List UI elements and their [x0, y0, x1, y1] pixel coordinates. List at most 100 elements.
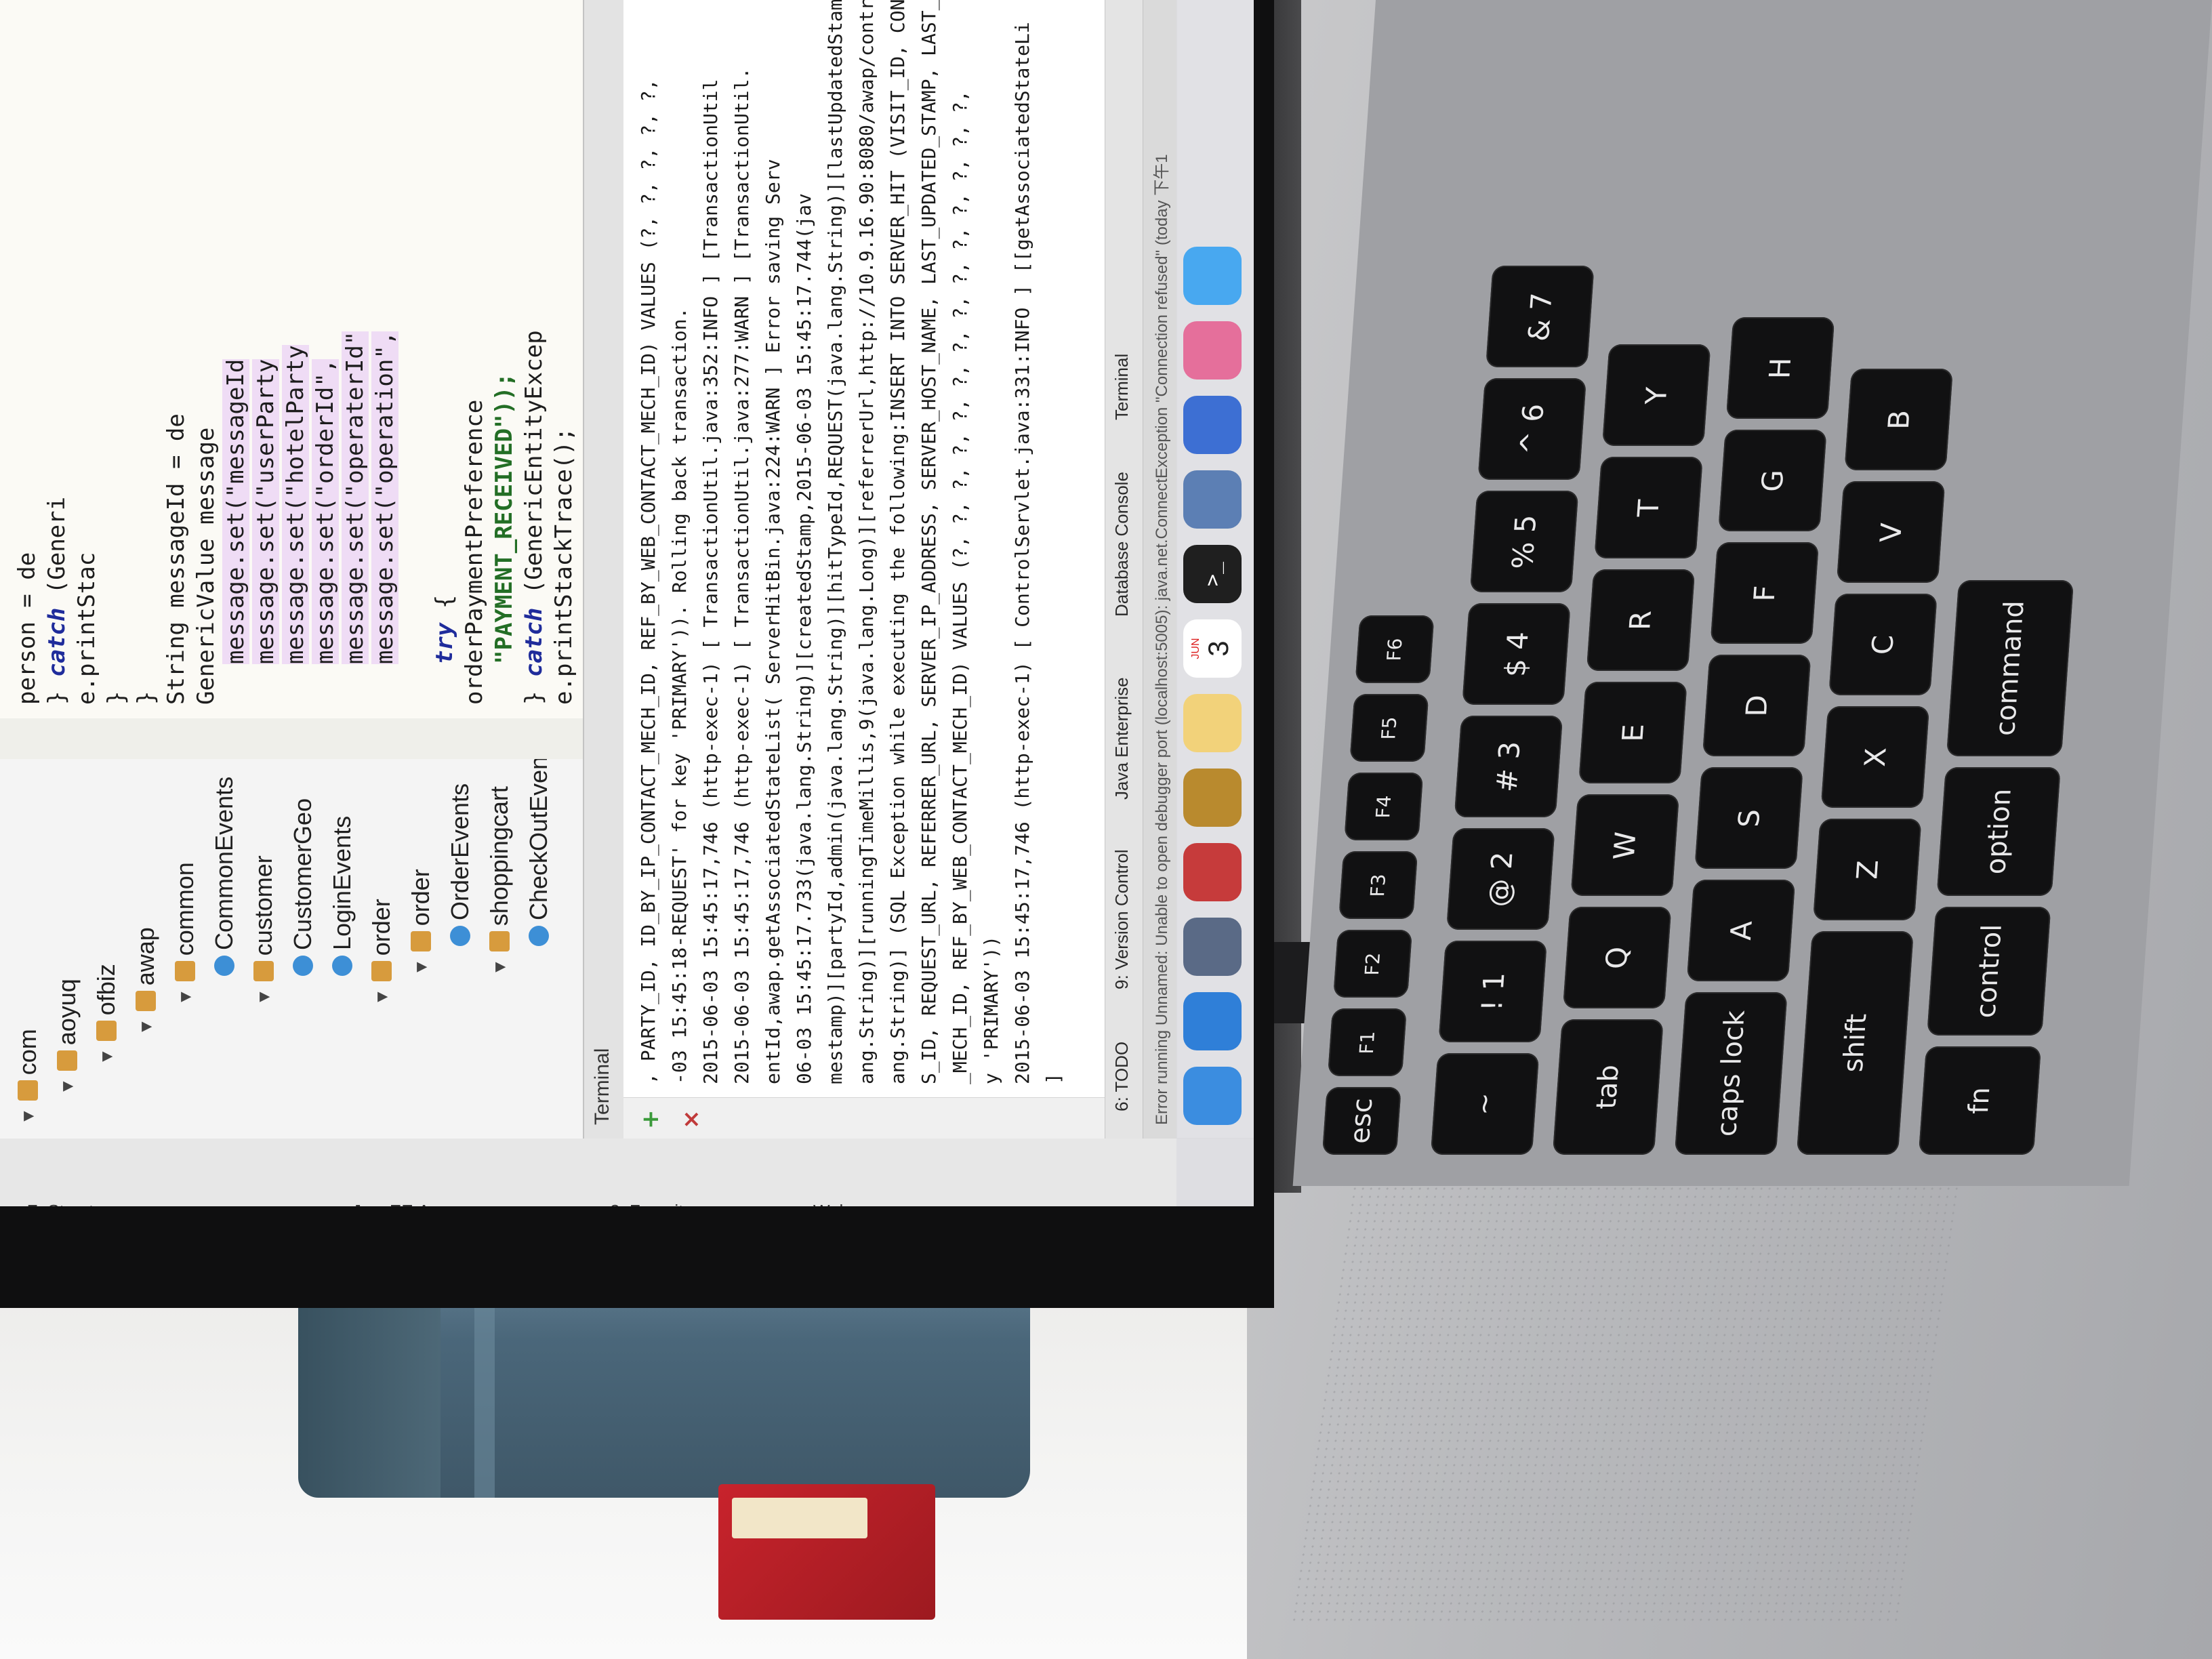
- key-label: S: [1732, 808, 1767, 827]
- notes-icon[interactable]: [1183, 694, 1242, 752]
- key-fn[interactable]: fn: [1918, 1046, 2042, 1155]
- key--7[interactable]: & 7: [1486, 266, 1595, 367]
- side-tab-web[interactable]: Web: [813, 1144, 849, 1206]
- code-line: try {: [431, 594, 458, 664]
- calendar-icon[interactable]: JUN 3: [1183, 619, 1242, 678]
- tree-item[interactable]: ▼ awap: [131, 927, 160, 1036]
- key-y[interactable]: Y: [1601, 344, 1711, 446]
- tree-item[interactable]: ▼ aoyuq: [53, 979, 81, 1095]
- terminal-line: S_ID, REQUEST_URL, REFERRER_URL, SERVER_…: [918, 0, 940, 1084]
- chevron-down-icon[interactable]: ▼: [96, 1048, 117, 1065]
- key--6[interactable]: ^ 6: [1477, 378, 1586, 480]
- chevron-down-icon[interactable]: ▼: [136, 1018, 157, 1036]
- key-s[interactable]: S: [1694, 767, 1803, 869]
- tree-item[interactable]: ▼ com: [14, 1029, 42, 1125]
- code-line: e.printStackTrace();: [550, 427, 577, 705]
- xcode-icon[interactable]: [1183, 470, 1242, 529]
- key-control[interactable]: control: [1927, 907, 2051, 1036]
- key-f[interactable]: F: [1710, 542, 1820, 644]
- chevron-down-icon[interactable]: ▼: [175, 988, 196, 1006]
- key-tab[interactable]: tab: [1552, 1019, 1664, 1155]
- intellij-icon[interactable]: [1183, 843, 1242, 901]
- key-f2[interactable]: F2: [1333, 930, 1413, 998]
- key-label: F1: [1355, 1031, 1380, 1054]
- tree-item[interactable]: LoginEvents: [328, 816, 356, 976]
- key-label: F5: [1377, 716, 1401, 739]
- key-t[interactable]: T: [1594, 457, 1703, 558]
- key--1[interactable]: ! 1: [1438, 941, 1547, 1042]
- key-f1[interactable]: F1: [1327, 1008, 1407, 1076]
- side-tab-javaee[interactable]: JavaEE:App: [352, 1144, 449, 1206]
- tab-java-enterprise[interactable]: Java Enterprise: [1111, 677, 1132, 800]
- tab-todo[interactable]: 6: TODO: [1111, 1042, 1132, 1111]
- key-g[interactable]: G: [1718, 430, 1827, 531]
- key-label: A: [1723, 920, 1759, 941]
- tree-item[interactable]: ▼ order: [407, 869, 435, 976]
- close-terminal-button[interactable]: ×: [678, 1110, 705, 1130]
- key-w[interactable]: W: [1570, 794, 1680, 896]
- key-label: H: [1763, 357, 1798, 379]
- safari-icon[interactable]: [1183, 992, 1242, 1050]
- key-esc[interactable]: esc: [1322, 1087, 1401, 1155]
- launchpad-icon[interactable]: [1183, 918, 1242, 976]
- tree-item[interactable]: ▼ ofbiz: [92, 964, 121, 1065]
- finder-icon[interactable]: [1183, 1067, 1242, 1125]
- screen: Z: Structure JavaEE:App 2: Favorites Web…: [0, 0, 1254, 1206]
- tab-database-console[interactable]: Database Console: [1111, 472, 1132, 617]
- key-c[interactable]: C: [1828, 594, 1938, 695]
- chevron-down-icon[interactable]: ▼: [371, 988, 392, 1006]
- key-d[interactable]: D: [1702, 655, 1811, 756]
- tree-item[interactable]: ▼ order: [367, 899, 396, 1006]
- add-terminal-button[interactable]: +: [637, 1110, 664, 1130]
- key-h[interactable]: H: [1725, 317, 1835, 419]
- key--3[interactable]: # 3: [1454, 716, 1563, 817]
- appstore-icon[interactable]: [1183, 396, 1242, 454]
- key-q[interactable]: Q: [1562, 907, 1672, 1008]
- key-label: T: [1631, 499, 1666, 516]
- code-line: message.set("hotelParty: [282, 345, 309, 664]
- package-icon: [371, 961, 392, 982]
- photos-icon[interactable]: [1183, 769, 1242, 827]
- terminal-icon[interactable]: >_: [1183, 545, 1242, 603]
- key--4[interactable]: $ 4: [1462, 603, 1571, 705]
- key-a[interactable]: A: [1686, 880, 1796, 981]
- key-b[interactable]: B: [1844, 369, 1953, 470]
- tree-item[interactable]: ▼ shoppingcart: [485, 786, 514, 976]
- tree-item[interactable]: CheckOutEvents: [525, 737, 553, 946]
- terminal-line: 2015-06-03 15:45:17,746 (http-exec-1) [ …: [699, 79, 722, 1084]
- key-e[interactable]: E: [1578, 682, 1687, 783]
- tree-item[interactable]: OrderEvents: [446, 783, 474, 946]
- key-f3[interactable]: F3: [1338, 851, 1418, 919]
- tree-item[interactable]: ▼ common: [171, 862, 199, 1006]
- code-line: } catch (GenericEntityExcep: [520, 330, 548, 705]
- chevron-down-icon[interactable]: ▼: [57, 1078, 78, 1095]
- key-x[interactable]: X: [1820, 706, 1930, 808]
- tree-item[interactable]: CommonEvents: [210, 777, 239, 976]
- key-f4[interactable]: F4: [1344, 773, 1424, 840]
- key--2[interactable]: @ 2: [1446, 828, 1555, 930]
- key-r[interactable]: R: [1586, 569, 1696, 671]
- chevron-down-icon[interactable]: ▼: [489, 958, 510, 976]
- key-f6[interactable]: F6: [1355, 615, 1435, 683]
- chevron-down-icon[interactable]: ▼: [253, 988, 274, 1006]
- side-tab-favorites[interactable]: 2: Favorites: [610, 1144, 702, 1206]
- messages-icon[interactable]: [1183, 247, 1242, 305]
- key--5[interactable]: % 5: [1469, 491, 1579, 592]
- key-command[interactable]: command: [1946, 580, 2074, 756]
- key-v[interactable]: V: [1836, 481, 1946, 583]
- key-f5[interactable]: F5: [1349, 694, 1429, 762]
- tab-version-control[interactable]: 9: Version Control: [1111, 849, 1132, 989]
- code-line: "PAYMENT_RECEIVED"));: [491, 373, 518, 664]
- chevron-down-icon[interactable]: ▼: [18, 1107, 39, 1125]
- key-[interactable]: ~: [1430, 1053, 1540, 1155]
- tree-item[interactable]: CustomerGeo: [289, 798, 317, 976]
- tab-terminal[interactable]: Terminal: [1111, 354, 1132, 420]
- tree-item[interactable]: ▼ customer: [249, 855, 278, 1006]
- key-option[interactable]: option: [1936, 767, 2061, 896]
- key-caps-lock[interactable]: caps lock: [1674, 992, 1788, 1155]
- side-tab-structure[interactable]: Z: Structure: [27, 1144, 119, 1206]
- chevron-down-icon[interactable]: ▼: [411, 958, 432, 976]
- key-shift[interactable]: shift: [1796, 931, 1914, 1155]
- photos-app-icon[interactable]: [1183, 321, 1242, 380]
- key-z[interactable]: Z: [1813, 819, 1922, 920]
